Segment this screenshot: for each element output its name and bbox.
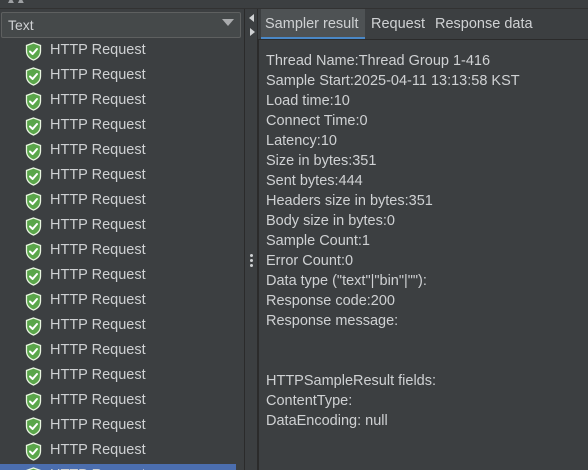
result-tabs: Sampler result Request Response data [258,9,588,40]
tree-item[interactable]: HTTP Request [0,89,236,114]
tree-item[interactable]: HTTP Request [0,114,236,139]
success-shield-icon [25,92,42,111]
success-shield-icon [25,217,42,236]
chevron-down-icon [222,19,234,26]
result-line: Sample Count:1 [266,233,370,249]
tree-item[interactable]: HTTP Request [0,239,236,264]
tree-item[interactable]: HTTP Request [0,414,236,439]
tree-item-label: HTTP Request [50,167,146,183]
success-shield-icon [25,67,42,86]
view-results-tree: ▲▲ Text HTTP Request HTTP Request HTTP Req… [0,0,588,470]
drag-handle-icon[interactable] [250,254,253,269]
collapse-right-icon[interactable] [250,28,255,36]
tab-response-data[interactable]: Response data [431,9,535,39]
tree-item[interactable]: HTTP Request [0,39,236,64]
success-shield-icon [25,342,42,361]
tree-item-label: HTTP Request [50,42,146,58]
result-line: Sample Start:2025-04-11 13:13:58 KST [266,73,520,89]
results-tree: HTTP Request HTTP Request HTTP Request HTTP… [0,39,236,470]
renderer-select-value: Text [8,17,34,33]
success-shield-icon [25,317,42,336]
success-shield-icon [25,142,42,161]
tree-item-label: HTTP Request [50,367,146,383]
success-shield-icon [25,117,42,136]
result-line [266,331,586,351]
result-line: ContentType: [266,393,353,409]
result-line: Headers size in bytes:351 [266,193,433,209]
success-shield-icon [25,417,42,436]
result-line: HTTPSampleResult fields: [266,373,437,389]
result-line: Data type ("text"|"bin"|""): [266,273,427,289]
success-shield-icon [25,242,42,261]
tree-item[interactable]: HTTP Request [0,364,236,389]
tree-item[interactable]: HTTP Request [0,464,236,470]
divider [258,40,259,470]
collapse-grip-icon[interactable]: ▲▲ [6,0,26,6]
tree-item-label: HTTP Request [50,192,146,208]
result-line: Size in bytes:351 [266,153,377,169]
tree-item[interactable]: HTTP Request [0,264,236,289]
success-shield-icon [25,367,42,386]
tree-item-label: HTTP Request [50,142,146,158]
tree-item[interactable]: HTTP Request [0,139,236,164]
result-line: Error Count:0 [266,253,354,269]
result-line: Connect Time:0 [266,113,368,129]
result-line: Latency:10 [266,133,337,149]
tree-item[interactable]: HTTP Request [0,389,236,414]
result-line: Load time:10 [266,93,350,109]
top-toolbar-strip: ▲▲ [0,0,588,9]
tree-item-label: HTTP Request [50,317,146,333]
result-line: Response code:200 [266,293,395,309]
success-shield-icon [25,392,42,411]
tree-item-label: HTTP Request [50,392,146,408]
tree-item[interactable]: HTTP Request [0,314,236,339]
tab-request[interactable]: Request [367,9,429,39]
tree-item-label: HTTP Request [50,292,146,308]
success-shield-icon [25,292,42,311]
tree-item-label: HTTP Request [50,92,146,108]
success-shield-icon [25,267,42,286]
tree-item[interactable]: HTTP Request [0,189,236,214]
result-line: Thread Name:Thread Group 1-416 [266,53,491,69]
tree-item[interactable]: HTTP Request [0,339,236,364]
tree-item-label: HTTP Request [50,217,146,233]
panel-splitter[interactable] [244,9,258,470]
renderer-select[interactable]: Text [1,12,241,38]
tab-sampler-result[interactable]: Sampler result [261,9,365,39]
tree-item[interactable]: HTTP Request [0,64,236,89]
tree-scrollbar[interactable] [236,39,244,470]
tree-item[interactable]: HTTP Request [0,439,236,464]
result-line: DataEncoding: null [266,413,388,429]
tree-item-label: HTTP Request [50,117,146,133]
tree-item-label: HTTP Request [50,442,146,458]
tree-item-label: HTTP Request [50,242,146,258]
tree-item[interactable]: HTTP Request [0,164,236,189]
success-shield-icon [25,442,42,461]
tree-item[interactable]: HTTP Request [0,214,236,239]
tree-item-label: HTTP Request [50,67,146,83]
tree-item-label: HTTP Request [50,267,146,283]
result-line: Sent bytes:444 [266,173,363,189]
success-shield-icon [25,42,42,61]
tree-item[interactable]: HTTP Request [0,289,236,314]
result-line: Body size in bytes:0 [266,213,395,229]
tree-item-label: HTTP Request [50,342,146,358]
result-line [266,351,586,371]
results-tree-panel: Text HTTP Request HTTP Request HTTP Reques… [0,9,244,470]
sampler-result-text: Thread Name:Thread Group 1-416 Sample Sta… [266,51,586,431]
result-detail-panel: Sampler result Request Response data Thr… [258,9,588,470]
tree-item-label: HTTP Request [50,417,146,433]
collapse-left-icon[interactable] [249,14,254,22]
success-shield-icon [25,192,42,211]
success-shield-icon [25,167,42,186]
result-line: Response message: [266,313,399,329]
